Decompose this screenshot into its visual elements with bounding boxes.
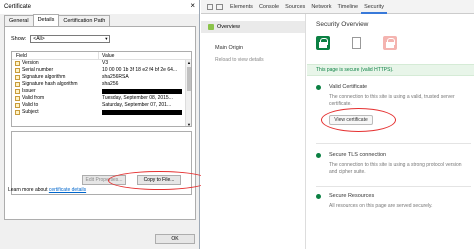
tab-sources[interactable]: Sources bbox=[282, 0, 308, 14]
scroll-thumb[interactable] bbox=[187, 67, 191, 91]
devtools-panel: Elements Console Sources Network Timelin… bbox=[201, 0, 474, 249]
redacted-value bbox=[102, 89, 182, 94]
column-value[interactable]: Value bbox=[99, 52, 114, 59]
field-value: V3 bbox=[102, 60, 109, 66]
scroll-up-icon[interactable]: ▲ bbox=[187, 60, 191, 65]
field-value: Tuesday, September 08, 2015... bbox=[102, 95, 173, 101]
inspect-icon[interactable] bbox=[207, 3, 213, 10]
field-icon bbox=[15, 110, 20, 115]
scroll-down-icon[interactable]: ▼ bbox=[187, 122, 191, 126]
divider bbox=[316, 186, 471, 187]
fields-scrollbar[interactable]: ▲ ▼ bbox=[185, 60, 191, 126]
status-dot-icon bbox=[316, 85, 321, 90]
field-name: Subject bbox=[22, 109, 39, 115]
field-icon bbox=[15, 89, 20, 94]
tab-details[interactable]: Details bbox=[32, 14, 60, 26]
table-row[interactable]: Valid to Saturday, September 07, 201... bbox=[12, 102, 191, 109]
field-icon bbox=[15, 103, 20, 108]
column-field[interactable]: Field bbox=[12, 52, 99, 59]
status-dot-icon bbox=[316, 153, 321, 158]
cert-tabs: General Details Certification Path bbox=[4, 14, 111, 26]
tab-timeline[interactable]: Timeline bbox=[334, 0, 361, 14]
table-row[interactable]: Version V3 bbox=[12, 60, 191, 67]
security-sidebar: Overview Main Origin Reload to view deta… bbox=[201, 14, 306, 249]
field-icon bbox=[15, 75, 20, 80]
device-mode-icon[interactable] bbox=[216, 3, 223, 10]
insecure-lock-icon bbox=[383, 36, 397, 50]
show-select[interactable]: <All> ▼ bbox=[30, 35, 111, 43]
devtools-tabbar: Elements Console Sources Network Timelin… bbox=[201, 0, 474, 14]
table-row[interactable]: Signature algorithm sha256RSA bbox=[12, 74, 191, 81]
secure-banner: This page is secure (valid HTTPS). bbox=[307, 64, 474, 76]
fields-list[interactable]: Field Value Version V3 Serial number 10 … bbox=[11, 51, 192, 127]
redacted-value bbox=[102, 110, 182, 115]
field-icon bbox=[15, 61, 20, 66]
tab-certification-path[interactable]: Certification Path bbox=[58, 15, 111, 26]
divider bbox=[316, 143, 471, 144]
entry-description: All resources on this page are served se… bbox=[329, 203, 433, 209]
field-icon bbox=[15, 96, 20, 101]
entry-title: Valid Certificate bbox=[329, 84, 368, 90]
sidebar-main-origin: Main Origin bbox=[215, 45, 244, 51]
show-select-value: <All> bbox=[33, 36, 45, 42]
chevron-down-icon: ▼ bbox=[104, 36, 109, 41]
learn-prefix: Learn more about bbox=[8, 187, 49, 193]
field-name: Valid to bbox=[22, 102, 39, 108]
status-dot-icon bbox=[316, 194, 321, 199]
field-name: Valid from bbox=[22, 95, 45, 101]
resources-entry: Secure Resources All resources on this p… bbox=[307, 193, 474, 215]
security-lock-row bbox=[316, 36, 397, 50]
sidebar-item-label: Overview bbox=[217, 24, 240, 30]
page-title: Security Overview bbox=[316, 21, 369, 28]
lock-icon bbox=[208, 24, 214, 30]
tls-entry: Secure TLS connection The connection to … bbox=[307, 152, 474, 182]
field-value: 10 00 00 1b 3f 18 e2 f4 bf 2e 64... bbox=[102, 67, 178, 73]
sidebar-item-overview[interactable]: Overview bbox=[201, 21, 305, 33]
show-row: Show: <All> ▼ bbox=[11, 35, 111, 43]
ok-button[interactable]: OK bbox=[155, 234, 195, 244]
field-value: Saturday, September 07, 201... bbox=[102, 102, 172, 108]
field-icon bbox=[15, 82, 20, 87]
table-row[interactable]: Subject bbox=[12, 109, 191, 116]
entry-description: The connection to this site is using a v… bbox=[329, 94, 455, 107]
table-row[interactable]: Valid from Tuesday, September 08, 2015..… bbox=[12, 95, 191, 102]
entry-title: Secure Resources bbox=[329, 193, 375, 199]
certificate-details-link[interactable]: certificate details bbox=[49, 187, 86, 193]
tab-elements[interactable]: Elements bbox=[227, 0, 256, 14]
sidebar-reload-hint: Reload to view details bbox=[215, 57, 264, 63]
tab-general[interactable]: General bbox=[4, 15, 34, 26]
secure-lock-icon bbox=[316, 36, 330, 50]
tab-network[interactable]: Network bbox=[308, 0, 334, 14]
fields-header: Field Value bbox=[12, 52, 191, 60]
tab-console[interactable]: Console bbox=[256, 0, 282, 14]
document-icon bbox=[352, 37, 361, 49]
tab-security[interactable]: Security bbox=[361, 0, 387, 14]
annotation-ellipse bbox=[108, 171, 210, 190]
dialog-title: Certificate bbox=[0, 0, 199, 14]
close-icon[interactable]: × bbox=[190, 1, 195, 10]
field-value: sha256RSA bbox=[102, 74, 129, 80]
show-label: Show: bbox=[11, 36, 27, 42]
field-name: Signature algorithm bbox=[22, 74, 66, 80]
learn-more: Learn more about certificate details bbox=[8, 187, 86, 193]
field-name: Version bbox=[22, 60, 39, 66]
table-row[interactable]: Issuer bbox=[12, 88, 191, 95]
entry-description: The connection to this site is using a s… bbox=[329, 162, 462, 175]
entry-title: Secure TLS connection bbox=[329, 152, 387, 158]
field-value: sha256 bbox=[102, 81, 119, 87]
certificate-dialog: Certificate × General Details Certificat… bbox=[0, 0, 210, 249]
table-row[interactable]: Signature hash algorithm sha256 bbox=[12, 81, 191, 88]
annotation-ellipse bbox=[321, 108, 396, 132]
field-name: Serial number bbox=[22, 67, 54, 73]
security-overview: Security Overview This page is secure (v… bbox=[307, 14, 474, 249]
field-name: Issuer bbox=[22, 88, 36, 94]
field-name: Signature hash algorithm bbox=[22, 81, 78, 87]
table-row[interactable]: Serial number 10 00 00 1b 3f 18 e2 f4 bf… bbox=[12, 67, 191, 74]
field-icon bbox=[15, 68, 20, 73]
